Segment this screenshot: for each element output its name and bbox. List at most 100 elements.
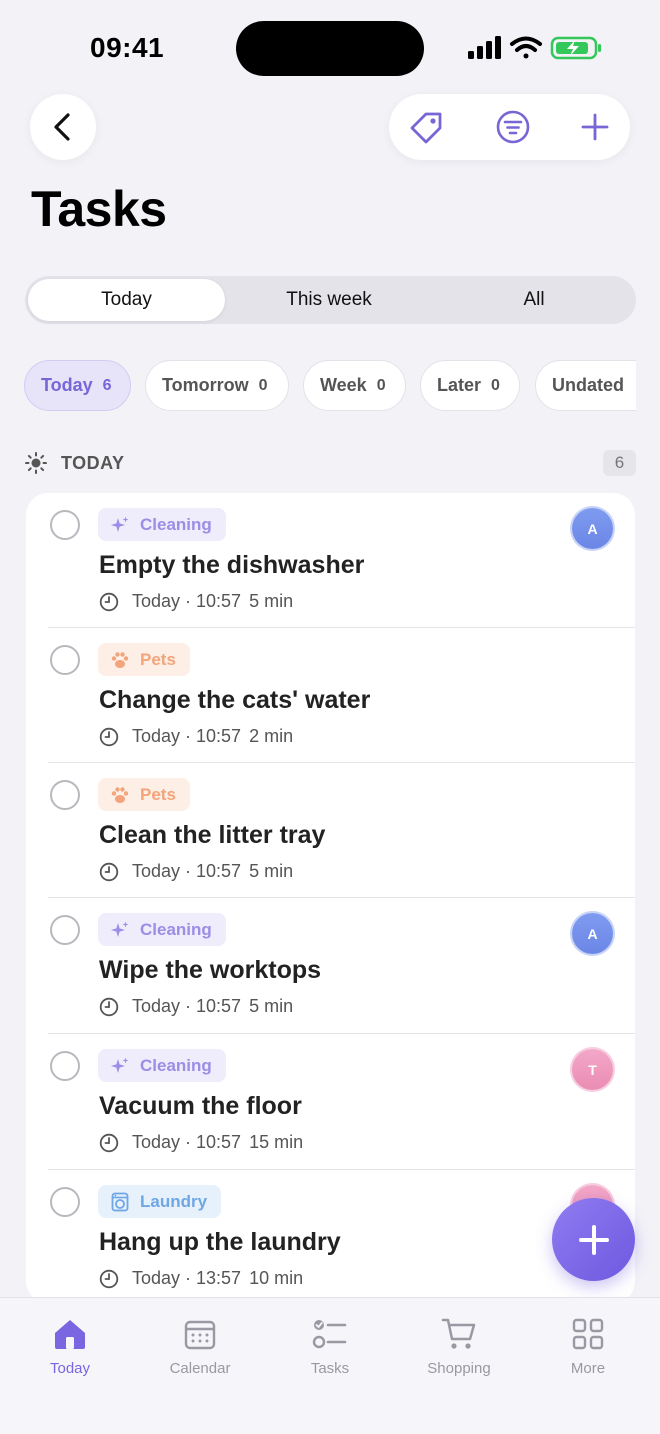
clock-icon xyxy=(99,1269,119,1288)
segment-this-week[interactable]: This week xyxy=(231,279,427,321)
assignee-avatar: T xyxy=(572,1049,613,1090)
task-checkbox[interactable] xyxy=(50,510,80,540)
task-checkbox[interactable] xyxy=(50,1187,80,1217)
paw-icon xyxy=(110,650,130,670)
task-when: Today · 13:57 xyxy=(132,1268,242,1288)
task-category-tag: Cleaning xyxy=(98,913,226,946)
tab-shopping[interactable]: Shopping xyxy=(404,1316,514,1386)
task-row[interactable]: Cleaning A Wipe the worktops Today · 10:… xyxy=(26,898,635,1034)
task-checkbox[interactable] xyxy=(50,645,80,675)
plus-icon xyxy=(581,113,609,141)
task-checkbox[interactable] xyxy=(50,1051,80,1081)
clock-icon xyxy=(99,592,119,611)
task-category-tag: Cleaning xyxy=(98,508,226,541)
task-tag-label: Pets xyxy=(140,649,176,669)
chip-label: Later xyxy=(437,375,482,395)
task-checkbox[interactable] xyxy=(50,780,80,810)
chip-undated[interactable]: Undated xyxy=(535,360,636,411)
task-category-tag: Pets xyxy=(98,778,190,811)
task-meta: Today · 10:57 5 min xyxy=(99,591,293,612)
plus-icon xyxy=(578,1224,609,1255)
chip-count: 6 xyxy=(102,376,112,394)
chip-label: Week xyxy=(320,375,367,395)
task-row[interactable]: Cleaning A Empty the dishwasher Today · … xyxy=(26,493,635,628)
status-bar: 09:41 xyxy=(0,0,660,90)
clock-icon xyxy=(99,997,119,1016)
filter-button[interactable] xyxy=(493,107,533,147)
section-title: TODAY xyxy=(61,453,125,473)
page-title: Tasks xyxy=(31,181,167,237)
chevron-left-icon xyxy=(54,113,70,141)
tab-tasks[interactable]: Tasks xyxy=(275,1316,385,1386)
chip-label: Undated xyxy=(552,375,624,395)
segmented-control: Today This week All xyxy=(25,276,636,324)
task-meta: Today · 13:57 10 min xyxy=(99,1268,303,1289)
task-duration: 2 min xyxy=(249,726,294,746)
segment-all[interactable]: All xyxy=(435,279,633,321)
task-row[interactable]: Laundry Hang up the laundry Today · 13:5… xyxy=(26,1170,635,1303)
tags-button[interactable] xyxy=(407,107,447,147)
task-when: Today · 10:57 xyxy=(132,1132,242,1152)
task-category-tag: Pets xyxy=(98,643,190,676)
back-button[interactable] xyxy=(30,94,96,160)
add-task-header-button[interactable] xyxy=(575,107,615,147)
task-row[interactable]: Cleaning T Vacuum the floor Today · 10:5… xyxy=(26,1034,635,1170)
chip-today[interactable]: Today 6 xyxy=(24,360,131,411)
task-title: Wipe the worktops xyxy=(99,956,322,984)
chip-week[interactable]: Week 0 xyxy=(303,360,406,411)
task-meta: Today · 10:57 2 min xyxy=(99,726,293,747)
chip-label: Tomorrow xyxy=(162,375,249,395)
tab-calendar[interactable]: Calendar xyxy=(145,1316,255,1386)
grid-icon xyxy=(570,1316,606,1352)
task-when: Today · 10:57 xyxy=(132,996,242,1016)
battery-icon xyxy=(550,36,601,60)
washing-machine-icon xyxy=(110,1192,130,1212)
task-tag-label: Laundry xyxy=(140,1191,208,1211)
dynamic-island xyxy=(236,21,424,76)
task-category-tag: Laundry xyxy=(98,1185,222,1218)
segment-today[interactable]: Today xyxy=(28,279,225,321)
tab-more[interactable]: More xyxy=(533,1316,643,1386)
sparkle-icon xyxy=(110,515,130,535)
wifi-icon xyxy=(510,36,542,59)
chip-later[interactable]: Later 0 xyxy=(420,360,520,411)
chip-tomorrow[interactable]: Tomorrow 0 xyxy=(145,360,289,411)
chip-count: 0 xyxy=(258,376,268,394)
sparkle-icon xyxy=(110,920,130,940)
sun-icon xyxy=(25,452,47,474)
task-category-tag: Cleaning xyxy=(98,1049,226,1082)
task-checkbox[interactable] xyxy=(50,915,80,945)
tab-bar: Today Calendar Tasks Shopping More xyxy=(0,1297,660,1434)
task-when: Today · 10:57 xyxy=(132,726,242,746)
clock-icon xyxy=(99,727,119,746)
assignee-avatar: A xyxy=(572,508,613,549)
task-row[interactable]: Pets Clean the litter tray Today · 10:57… xyxy=(26,763,635,898)
task-list: Cleaning A Empty the dishwasher Today · … xyxy=(26,493,635,1303)
tag-icon xyxy=(410,112,442,144)
task-tag-label: Pets xyxy=(140,784,176,804)
task-when: Today · 10:57 xyxy=(132,591,242,611)
section-count-badge: 6 xyxy=(603,450,636,476)
assignee-avatar: A xyxy=(572,913,613,954)
task-meta: Today · 10:57 5 min xyxy=(99,861,293,882)
task-meta: Today · 10:57 15 min xyxy=(99,1132,303,1153)
checklist-icon xyxy=(312,1316,348,1352)
cart-icon xyxy=(441,1316,477,1352)
chip-count: 0 xyxy=(491,376,500,394)
signal-icon xyxy=(468,36,501,59)
home-icon xyxy=(52,1316,88,1352)
task-row[interactable]: Pets Change the cats' water Today · 10:5… xyxy=(26,628,635,763)
tab-label: More xyxy=(570,1360,606,1377)
task-duration: 15 min xyxy=(249,1132,304,1152)
clock-icon xyxy=(99,1133,119,1152)
task-duration: 10 min xyxy=(249,1268,304,1288)
task-title: Empty the dishwasher xyxy=(99,551,365,579)
task-title: Change the cats' water xyxy=(99,686,371,714)
header-actions xyxy=(389,94,630,160)
add-task-fab[interactable] xyxy=(552,1198,635,1281)
status-icons xyxy=(468,36,601,60)
tab-today[interactable]: Today xyxy=(15,1316,125,1386)
tab-label: Calendar xyxy=(169,1360,231,1377)
task-when: Today · 10:57 xyxy=(132,861,242,881)
tab-label: Today xyxy=(49,1360,91,1377)
